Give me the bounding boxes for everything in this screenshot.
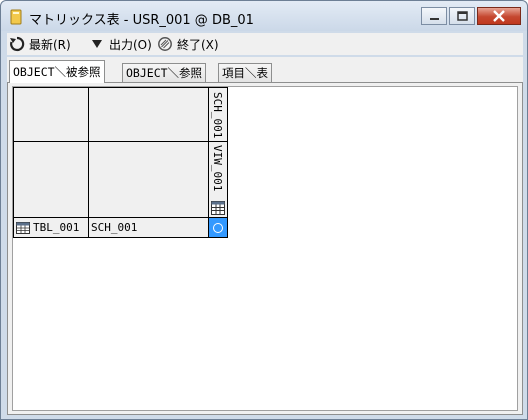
exit-label: 終了(X) [177, 37, 219, 52]
matrix-window: マトリックス表 - USR_001 @ DB_01 最新(R) 出力(O) 終了… [0, 0, 528, 420]
refresh-label: 最新(R) [29, 37, 71, 52]
tab-object-referenced-by[interactable]: OBJECT＼被参照 [9, 60, 105, 83]
title-bar[interactable]: マトリックス表 - USR_001 @ DB_01 [1, 1, 527, 31]
matrix-cell-selected[interactable] [209, 218, 228, 238]
reference-mark [213, 222, 223, 233]
row-header[interactable]: TBL_001 [13, 218, 89, 238]
tab-object-references[interactable]: OBJECT＼参照 [122, 63, 207, 83]
app-icon [10, 9, 22, 25]
output-button[interactable]: 出力(O) [89, 35, 152, 53]
corner-cell [13, 142, 89, 218]
corner-cell [13, 87, 89, 142]
column-header-label: SCH_001 [211, 92, 224, 139]
corner-cell [89, 142, 209, 218]
tab-bar: OBJECT＼被参照 OBJECT＼参照 項目＼表 [7, 57, 523, 83]
column-header[interactable]: SCH_001 [209, 87, 228, 142]
refresh-button[interactable]: 最新(R) [9, 35, 71, 53]
dropdown-arrow-icon [92, 40, 102, 48]
row-schema-cell[interactable]: SCH_001 [89, 218, 209, 238]
close-button[interactable] [477, 7, 521, 25]
exit-icon [158, 37, 172, 51]
column-header-label: VIW_001 [211, 145, 224, 192]
maximize-icon [457, 11, 468, 21]
column-header[interactable]: VIW_001 [209, 142, 228, 218]
row-schema-label: SCH_001 [91, 221, 138, 234]
tab-field-table[interactable]: 項目＼表 [218, 63, 272, 83]
refresh-icon [10, 36, 25, 52]
corner-cell [89, 87, 209, 142]
matrix-grid: SCH_001 VIW_001 TBL_001 SCH_001 [12, 86, 518, 411]
row-object-label: TBL_001 [33, 221, 80, 234]
window-controls [421, 7, 521, 25]
maximize-button[interactable] [449, 7, 475, 25]
exit-button[interactable]: 終了(X) [157, 35, 219, 53]
table-icon [211, 201, 225, 215]
minimize-icon [430, 18, 439, 20]
window-title: マトリックス表 - USR_001 @ DB_01 [29, 13, 254, 28]
tab-panel: SCH_001 VIW_001 TBL_001 SCH_001 [7, 82, 523, 415]
toolbar: 最新(R) 出力(O) 終了(X) [7, 33, 523, 55]
close-icon [493, 10, 505, 22]
output-label: 出力(O) [109, 37, 152, 52]
table-icon [16, 221, 30, 234]
minimize-button[interactable] [421, 7, 447, 25]
